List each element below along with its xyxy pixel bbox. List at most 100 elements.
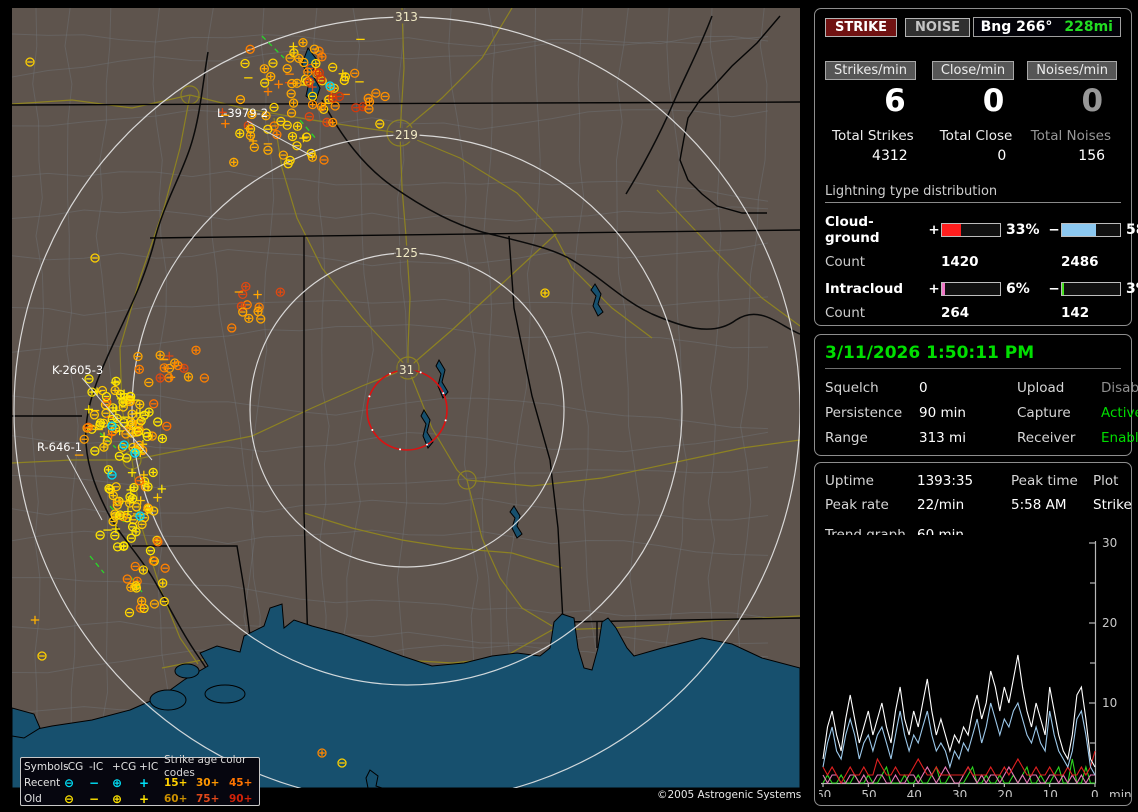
lightning-strike-icon [541, 289, 549, 297]
status-value-2-1: 313 mi [919, 430, 1017, 446]
intracloud-count-row: Count 264 142 [825, 305, 1121, 321]
ic-positive-bar [941, 282, 1001, 296]
status-value-2-2: Enabled [1101, 430, 1138, 446]
legend-old-row: Old ⊖−⊕+60+75+90+ [24, 793, 256, 806]
legend-symbol-pos-ic-icon: + [139, 777, 164, 790]
total-noises-value: 156 [1022, 148, 1121, 164]
svg-text:20: 20 [997, 788, 1012, 797]
legend-old-label: Old [24, 793, 64, 806]
status-value-0-1: 0 [919, 380, 1017, 396]
legend-symbol-pos-cg-icon: ⊕ [112, 793, 139, 806]
lightning-strike-icon [242, 283, 250, 291]
svg-text:10: 10 [1043, 788, 1058, 797]
lightning-strike-icon [318, 749, 326, 757]
lightning-strike-icon [326, 82, 334, 90]
svg-text:313: 313 [395, 10, 418, 24]
svg-text:20: 20 [1102, 616, 1117, 630]
map-area[interactable]: 313 219 125 31 L-3979-2 K-2605-3 R-646-1 Symbo… [12, 8, 800, 788]
cloud-ground-label: Cloud-ground [825, 214, 927, 246]
total-noises-label: Total Noises [1022, 128, 1121, 144]
strikes-per-min-label: Strikes/min [825, 61, 916, 80]
map-legend: Symbols -CG -IC +CG +IC Strike age color… [20, 757, 260, 806]
intracloud-label: Intracloud [825, 281, 927, 297]
noise-button[interactable]: NOISE [905, 18, 970, 37]
status-value-1-2: Active [1101, 405, 1138, 421]
bearing-distance: 228mi [1064, 19, 1113, 35]
plot-value: Strike [1093, 497, 1132, 513]
ic-negative-count: 142 [1061, 305, 1138, 321]
cg-negative-pct: 58% [1121, 222, 1138, 238]
legend-recent-label: Recent [24, 777, 64, 790]
intracloud-row: Intracloud + 6% − 3% [825, 281, 1121, 297]
legend-col-pos-cg: +CG [112, 761, 139, 774]
total-strikes-label: Total Strikes [825, 128, 924, 144]
uptime-value: 1393:35 [917, 473, 1011, 489]
peak-time-value: 5:58 AM [1011, 497, 1093, 513]
svg-text:10: 10 [1102, 696, 1117, 710]
svg-text:125: 125 [395, 246, 418, 260]
lightning-strike-icon [294, 122, 302, 130]
lightning-strike-icon [236, 129, 244, 137]
cg-positive-bar [941, 223, 1001, 237]
status-label-2-2: Receiver [1017, 430, 1101, 446]
lightning-strike-icon [131, 449, 139, 457]
total-close-value: 0 [924, 148, 1023, 164]
cg-positive-pct: 33% [1001, 222, 1047, 238]
legend-age-30plus: 30+ [196, 777, 229, 790]
lightning-map[interactable]: 313 219 125 31 L-3979-2 K-2605-3 R-646-1 [12, 8, 800, 788]
cg-negative-bar [1061, 223, 1121, 237]
noises-per-min-value: 0 [1022, 84, 1121, 118]
storm-cell-label: R-646-1 [37, 440, 82, 454]
noises-column: Noises/min 0 Total Noises 156 [1022, 61, 1121, 164]
legend-symbol-pos-ic-icon: + [139, 793, 164, 806]
ic-positive-pct: 6% [1001, 281, 1047, 297]
status-label-0-2: Upload [1017, 380, 1101, 396]
legend-symbol-neg-cg-icon: ⊖ [64, 777, 89, 790]
bearing-box: Bng 266°228mi [973, 17, 1121, 37]
status-label-0-1: Squelch [825, 380, 919, 396]
svg-text:31: 31 [399, 363, 414, 377]
lightning-strike-icon [144, 483, 152, 491]
svg-text:30: 30 [1102, 536, 1117, 550]
legend-age-60plus: 60+ [164, 793, 196, 806]
trend-graph[interactable]: 1020306050403020100min [819, 535, 1131, 797]
svg-text:min: min [1109, 788, 1131, 797]
storm-cell-label: K-2605-3 [52, 363, 103, 377]
total-strikes-value: 4312 [825, 148, 924, 164]
minus-sign: − [1047, 281, 1061, 297]
cloud-ground-row: Cloud-ground + 33% − 58% [825, 214, 1121, 246]
lightning-strike-icon [136, 512, 144, 520]
legend-col-pos-ic: +IC [139, 761, 164, 774]
peak-rate-value: 22/min [917, 497, 1011, 513]
lightning-strike-icon [290, 99, 298, 107]
legend-age-15plus: 15+ [164, 777, 196, 790]
legend-age-90plus: 90+ [229, 793, 256, 806]
legend-col-neg-cg: -CG [64, 761, 89, 774]
status-label-1-2: Capture [1017, 405, 1101, 421]
ic-negative-bar [1061, 282, 1121, 296]
storm-cell-label: L-3979-2 [217, 106, 268, 120]
total-close-label: Total Close [924, 128, 1023, 144]
strike-button[interactable]: STRIKE [825, 18, 897, 37]
peak-time-label: Peak time [1011, 473, 1093, 489]
svg-text:30: 30 [952, 788, 967, 797]
legend-symbol-pos-cg-icon: ⊕ [112, 777, 139, 790]
strike-counter-panel: STRIKE NOISE Bng 266°228mi Strikes/min 6… [814, 8, 1132, 326]
plot-label: Plot [1093, 473, 1132, 489]
legend-col-neg-ic: -IC [89, 761, 112, 774]
noises-per-min-label: Noises/min [1027, 61, 1117, 80]
lightning-strike-icon [237, 302, 245, 310]
svg-text:0: 0 [1091, 788, 1099, 797]
close-per-min-value: 0 [924, 84, 1023, 118]
legend-symbols-label: Symbols [24, 761, 64, 774]
lightning-strike-icon [276, 288, 284, 296]
svg-text:219: 219 [395, 128, 418, 142]
svg-text:60: 60 [819, 788, 831, 797]
copyright-text: ©2005 Astrogenic Systems [657, 789, 801, 801]
cg-positive-count: 1420 [941, 254, 1047, 270]
datetime-display: 3/11/2026 1:50:11 PM [825, 343, 1121, 369]
ic-positive-count: 264 [941, 305, 1047, 321]
status-value-0-2: Disabled [1101, 380, 1138, 396]
lightning-strike-icon [247, 132, 255, 140]
stats-grid: Uptime 1393:35 Peak time Plot Peak rate … [825, 473, 1121, 513]
